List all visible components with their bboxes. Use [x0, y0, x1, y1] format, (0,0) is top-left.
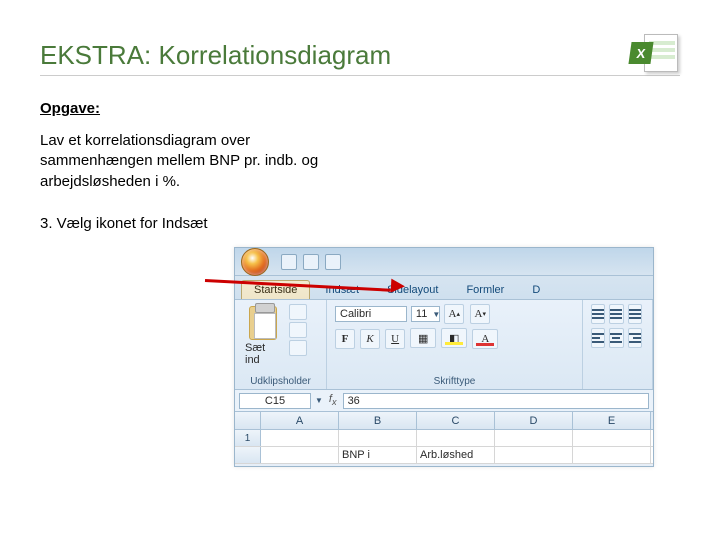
- excel-logo-letter: X: [628, 42, 653, 64]
- column-headers: A B C D E: [235, 412, 653, 430]
- name-box[interactable]: C15: [239, 393, 311, 409]
- paste-label: Sæt ind: [245, 342, 281, 366]
- align-middle-button[interactable]: [609, 304, 623, 324]
- tab-startside[interactable]: Startside: [241, 280, 310, 299]
- ribbon-tabs: Startside Indsæt Sidelayout Formler D: [235, 276, 653, 300]
- col-header[interactable]: D: [495, 412, 573, 429]
- excel-logo-icon: X: [630, 32, 678, 74]
- cut-icon[interactable]: [289, 304, 307, 320]
- excel-ribbon-screenshot: Startside Indsæt Sidelayout Formler D Sæ…: [234, 247, 654, 467]
- fill-color-button[interactable]: ◧: [441, 328, 467, 348]
- align-left-button[interactable]: [591, 328, 605, 348]
- col-header[interactable]: C: [417, 412, 495, 429]
- cell[interactable]: [495, 430, 573, 446]
- save-icon[interactable]: [281, 254, 297, 270]
- borders-button[interactable]: ▦: [410, 328, 436, 348]
- formula-bar[interactable]: 36: [343, 393, 649, 409]
- redo-icon[interactable]: [325, 254, 341, 270]
- namebox-dropdown-icon[interactable]: ▼: [315, 396, 323, 405]
- font-color-button[interactable]: A: [472, 329, 498, 349]
- fx-icon[interactable]: fx: [329, 393, 337, 407]
- task-label: Opgave:: [40, 100, 680, 117]
- cell[interactable]: [261, 447, 339, 463]
- quick-access-toolbar: [235, 248, 653, 276]
- table-row: 1: [235, 430, 653, 447]
- task-text: Lav et korrelationsdiagram over sammenhæ…: [40, 131, 360, 192]
- grow-font-button[interactable]: A▴: [444, 304, 464, 324]
- undo-icon[interactable]: [303, 254, 319, 270]
- cell[interactable]: [261, 430, 339, 446]
- shrink-font-button[interactable]: A▾: [470, 304, 490, 324]
- col-header[interactable]: E: [573, 412, 651, 429]
- cell[interactable]: Arb.løshed: [417, 447, 495, 463]
- tab-indsaet[interactable]: Indsæt: [312, 280, 372, 299]
- tab-sidelayout[interactable]: Sidelayout: [374, 280, 451, 299]
- col-header[interactable]: A: [261, 412, 339, 429]
- align-bottom-button[interactable]: [628, 304, 642, 324]
- font-name-select[interactable]: Calibri: [335, 306, 407, 322]
- tab-more[interactable]: D: [519, 280, 553, 299]
- chevron-down-icon: ▼: [432, 310, 440, 319]
- row-header[interactable]: [235, 447, 261, 463]
- office-button[interactable]: [241, 248, 269, 276]
- clipboard-icon: [249, 306, 277, 340]
- paste-button[interactable]: Sæt ind: [243, 304, 283, 368]
- align-top-button[interactable]: [591, 304, 605, 324]
- row-header[interactable]: 1: [235, 430, 261, 446]
- italic-button[interactable]: K: [360, 329, 380, 349]
- cell[interactable]: [339, 430, 417, 446]
- cell[interactable]: [573, 447, 651, 463]
- col-header[interactable]: B: [339, 412, 417, 429]
- tab-formler[interactable]: Formler: [453, 280, 517, 299]
- clipboard-group-title: Udklipsholder: [243, 376, 318, 387]
- select-all-corner[interactable]: [235, 412, 261, 429]
- cell[interactable]: [573, 430, 651, 446]
- align-right-button[interactable]: [628, 328, 642, 348]
- underline-button[interactable]: U: [385, 329, 405, 349]
- cell[interactable]: BNP i: [339, 447, 417, 463]
- format-painter-icon[interactable]: [289, 340, 307, 356]
- copy-icon[interactable]: [289, 322, 307, 338]
- font-group-title: Skrifttype: [335, 376, 574, 387]
- slide-title: EKSTRA: Korrelationsdiagram: [40, 40, 680, 76]
- cell[interactable]: [495, 447, 573, 463]
- bold-button[interactable]: F: [335, 329, 355, 349]
- align-center-button[interactable]: [609, 328, 623, 348]
- cell[interactable]: [417, 430, 495, 446]
- step-text: 3. Vælg ikonet for Indsæt: [40, 214, 210, 234]
- table-row: BNP i Arb.løshed: [235, 447, 653, 464]
